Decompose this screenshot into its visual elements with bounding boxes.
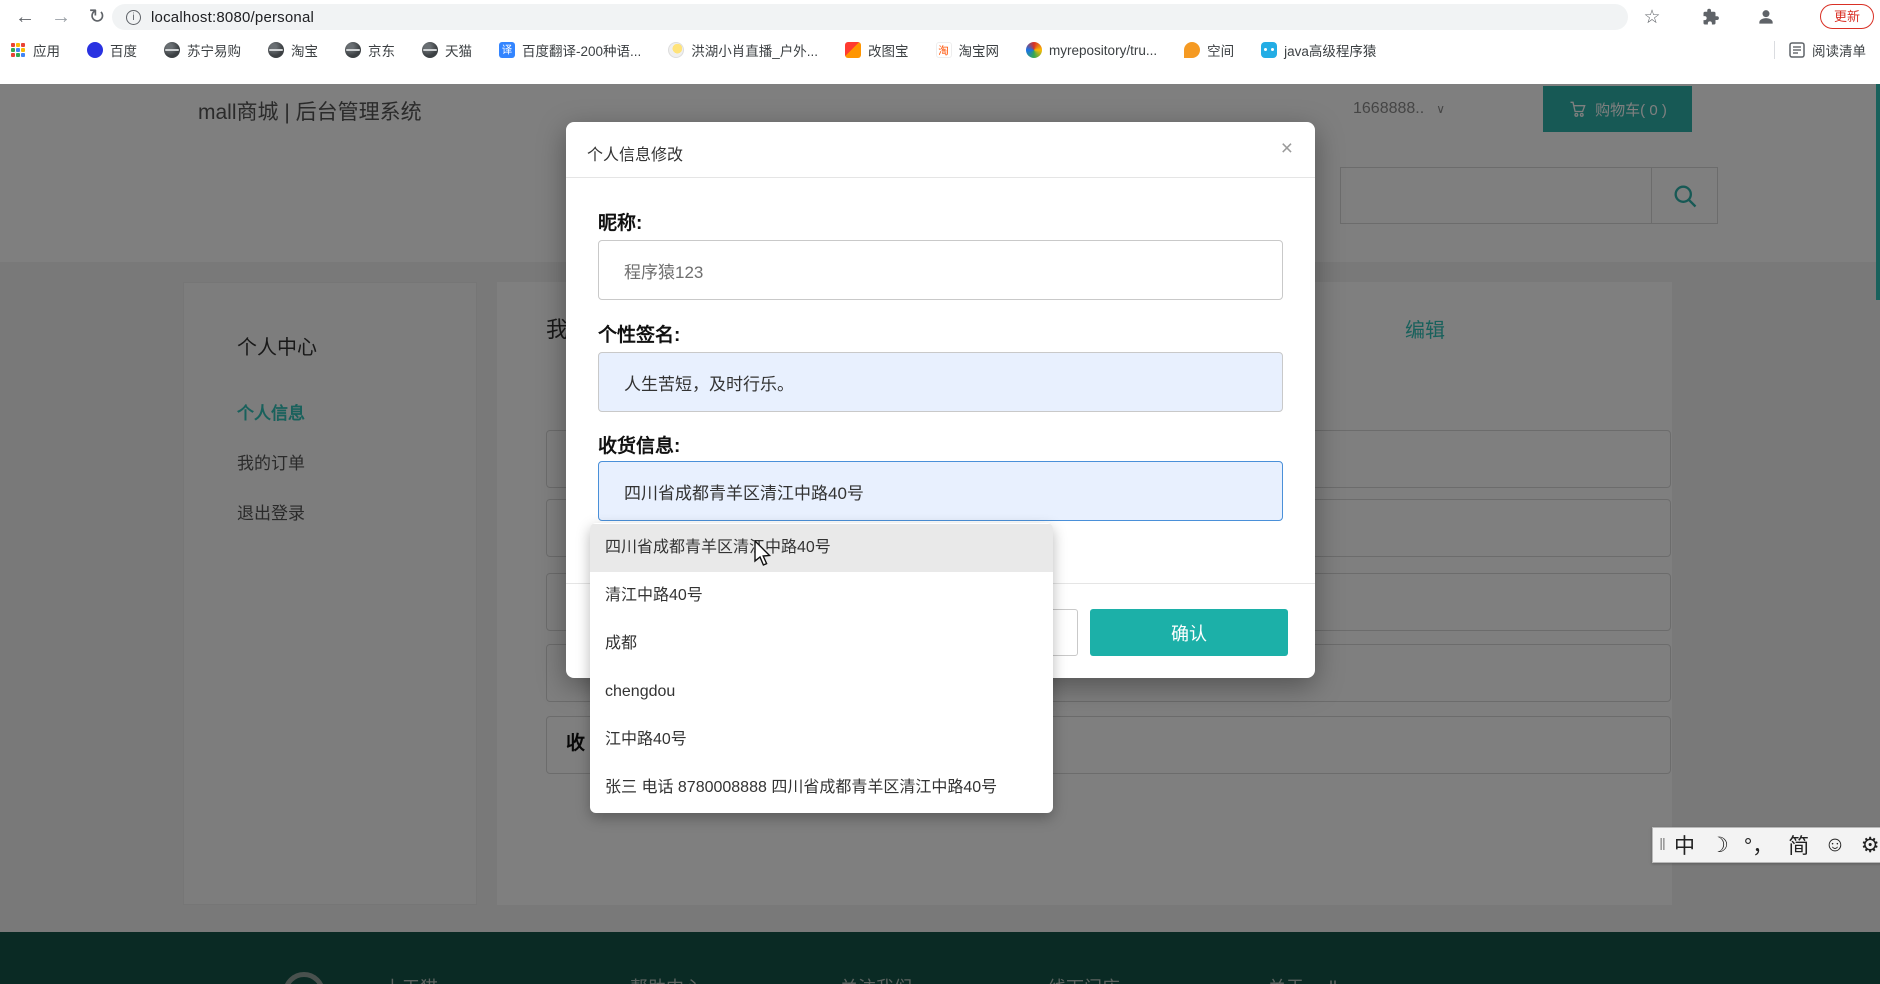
suggestion-item[interactable]: 江中路40号	[590, 716, 1053, 764]
page-info-icon[interactable]: i	[126, 9, 141, 25]
bookmark-item[interactable]: 空间	[1184, 40, 1234, 60]
bookmark-item[interactable]: myrepository/tru...	[1026, 42, 1157, 58]
back-icon[interactable]: ←	[10, 2, 40, 32]
bookmark-item[interactable]: 改图宝	[845, 40, 909, 60]
qzone-icon	[1184, 42, 1201, 58]
forward-icon[interactable]: →	[46, 2, 76, 32]
screen: ← → ↻ i localhost:8080/personal ☆ 更新 应用 …	[0, 0, 1880, 984]
taobao-icon: 淘	[935, 42, 952, 58]
ime-simplified-toggle[interactable]: 简	[1788, 830, 1809, 860]
modal-title: 个人信息修改	[587, 147, 684, 164]
profile-avatar-icon[interactable]	[1752, 3, 1780, 31]
url-text[interactable]: localhost:8080/personal	[151, 9, 314, 26]
bookmark-star-icon[interactable]: ☆	[1638, 3, 1666, 31]
myrepository-icon	[1026, 42, 1043, 58]
browser-toolbar: ← → ↻ i localhost:8080/personal ☆ 更新	[0, 0, 1880, 34]
modal-header: 个人信息修改 ×	[566, 122, 1315, 178]
apps-grid-icon	[10, 42, 26, 58]
baidu-translate-icon: 译	[499, 42, 515, 58]
ime-punctuation-toggle[interactable]: °，	[1744, 830, 1773, 860]
close-icon[interactable]: ×	[1281, 137, 1293, 161]
confirm-button[interactable]: 确认	[1090, 609, 1288, 656]
gaitubao-icon	[845, 42, 862, 58]
suggestion-item[interactable]: 四川省成都青羊区清江中路40号	[590, 524, 1053, 572]
suggestion-item[interactable]: 张三 电话 8780008888 四川省成都青羊区清江中路40号	[590, 764, 1053, 812]
bookmark-item[interactable]: 天猫	[422, 40, 472, 60]
reload-icon[interactable]: ↻	[82, 2, 112, 32]
address-bar[interactable]: i localhost:8080/personal	[112, 4, 1628, 30]
bookmark-item[interactable]: 译 百度翻译-200种语...	[499, 40, 641, 60]
ime-toolbar[interactable]: ‖ 中 ☽ °， 简 ☺ ⚙	[1652, 827, 1880, 863]
globe-favicon-icon	[345, 42, 361, 58]
suggestion-item[interactable]: chengdou	[590, 668, 1053, 716]
bookmarks-bar: 应用 百度 苏宁易购 淘宝 京东 天猫 译 百度翻译-200种语... 洪湖小肖…	[0, 34, 1880, 66]
moon-icon[interactable]: ☽	[1710, 833, 1729, 858]
bookmarks-divider	[1774, 41, 1775, 59]
live-stream-icon	[668, 42, 685, 58]
bookmark-item[interactable]: 淘 淘宝网	[935, 40, 999, 60]
reading-list-button[interactable]: 阅读清单	[1789, 40, 1866, 60]
globe-favicon-icon	[164, 42, 180, 58]
bookmark-item[interactable]: java高级程序猿	[1261, 40, 1376, 60]
ime-mode-chinese[interactable]: 中	[1674, 830, 1695, 860]
suggestion-item[interactable]: 清江中路40号	[590, 572, 1053, 620]
extensions-puzzle-icon[interactable]	[1697, 3, 1725, 31]
suggestion-item[interactable]: 成都	[590, 620, 1053, 668]
bookmark-apps[interactable]: 应用	[10, 40, 60, 60]
bookmark-item[interactable]: 苏宁易购	[164, 40, 241, 60]
address-suggestions-dropdown: 四川省成都青羊区清江中路40号 清江中路40号 成都 chengdou 江中路4…	[590, 523, 1053, 813]
bilibili-tv-icon	[1261, 42, 1278, 58]
baidu-icon	[87, 42, 103, 58]
globe-favicon-icon	[268, 42, 284, 58]
address-input[interactable]	[598, 461, 1283, 521]
mouse-cursor	[754, 540, 772, 566]
signature-label: 个性签名:	[598, 325, 681, 346]
bookmark-item[interactable]: 洪湖小肖直播_户外...	[668, 40, 818, 60]
chrome-update-button[interactable]: 更新	[1819, 4, 1874, 29]
bookmark-item[interactable]: 百度	[87, 40, 137, 60]
reading-list-icon	[1789, 42, 1805, 58]
signature-input[interactable]	[598, 352, 1283, 412]
bookmark-item[interactable]: 淘宝	[268, 40, 318, 60]
nickname-label: 昵称:	[598, 213, 643, 234]
globe-favicon-icon	[422, 42, 438, 58]
address-label: 收货信息:	[598, 436, 681, 457]
emoji-icon[interactable]: ☺	[1824, 833, 1845, 857]
nickname-input[interactable]	[598, 240, 1283, 300]
bookmark-item[interactable]: 京东	[345, 40, 395, 60]
gear-icon[interactable]: ⚙	[1861, 833, 1880, 858]
ime-drag-handle[interactable]: ‖	[1659, 835, 1666, 855]
